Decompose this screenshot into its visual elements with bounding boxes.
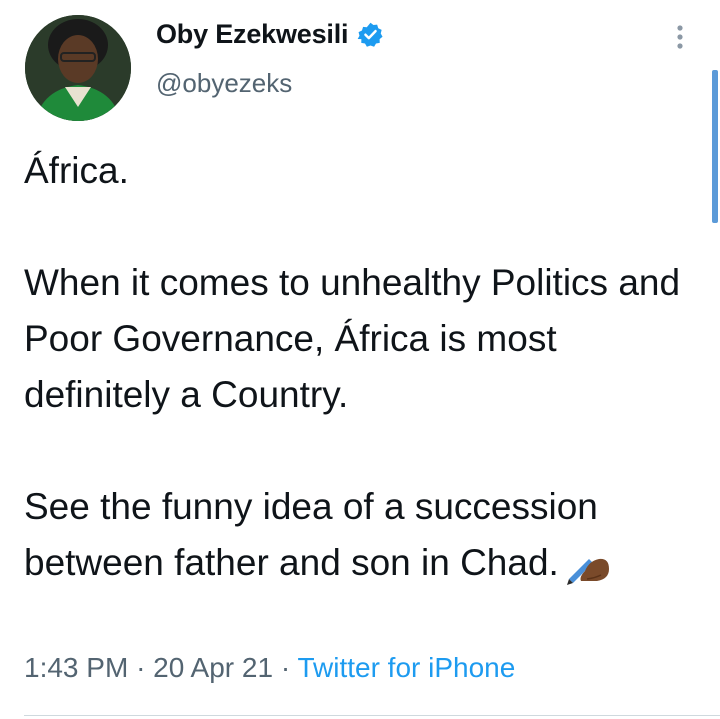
tweet-paragraph: África. bbox=[24, 150, 129, 191]
tweet-text: África. When it comes to unhealthy Polit… bbox=[24, 143, 704, 591]
writing-hand-emoji-icon bbox=[565, 545, 611, 585]
author-row[interactable]: Oby Ezekwesili bbox=[156, 16, 384, 52]
more-options-icon[interactable] bbox=[668, 22, 692, 52]
divider bbox=[24, 715, 720, 716]
meta-separator: · bbox=[280, 652, 291, 683]
avatar[interactable] bbox=[25, 15, 131, 121]
verified-badge-icon bbox=[357, 21, 384, 48]
author-handle[interactable]: @obyezeks bbox=[156, 68, 292, 99]
tweet-meta: 1:43 PM · 20 Apr 21 · Twitter for iPhone bbox=[24, 652, 515, 684]
scrollbar[interactable] bbox=[712, 70, 718, 223]
meta-separator: · bbox=[136, 652, 146, 683]
tweet-date[interactable]: 20 Apr 21 bbox=[153, 652, 273, 683]
tweet-paragraph-last: See the funny idea of a succession betwe… bbox=[24, 479, 704, 591]
tweet-time[interactable]: 1:43 PM bbox=[24, 652, 128, 683]
tweet-source-link[interactable]: Twitter for iPhone bbox=[297, 652, 515, 683]
tweet-paragraph: When it comes to unhealthy Politics and … bbox=[24, 262, 681, 415]
tweet-paragraph: See the funny idea of a succession betwe… bbox=[24, 486, 598, 583]
profile-photo bbox=[25, 15, 131, 121]
author-name[interactable]: Oby Ezekwesili bbox=[156, 19, 348, 50]
